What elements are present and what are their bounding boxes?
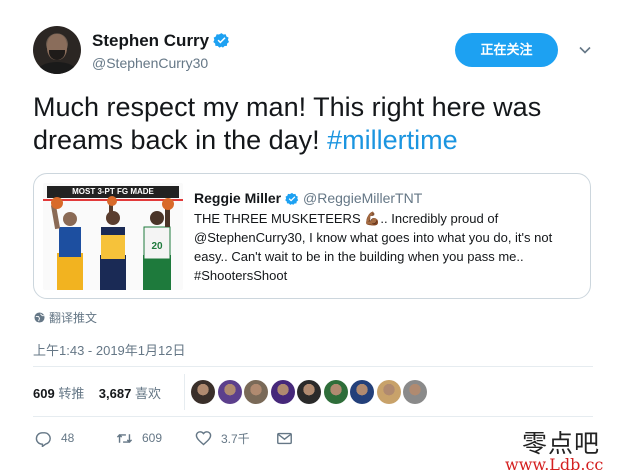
quoted-author-handle[interactable]: @ReggieMillerTNT xyxy=(303,190,422,206)
retweet-label[interactable]: 转推 xyxy=(58,386,84,401)
liker-avatar[interactable] xyxy=(350,380,374,404)
heart-icon xyxy=(195,430,212,445)
hashtag-link[interactable]: #millertime xyxy=(327,125,458,155)
retweet-icon xyxy=(116,433,133,443)
quoted-author-row[interactable]: Reggie Miller @ReggieMillerTNT xyxy=(194,190,422,206)
author-name[interactable]: Stephen Curry xyxy=(92,31,209,50)
like-button[interactable]: 3.7千 xyxy=(195,427,250,449)
quoted-tweet-card[interactable]: MOST 3-PT FG MADE 20 Reggie Miller @Regg… xyxy=(33,173,591,299)
retweet-count: 609 xyxy=(142,431,163,445)
globe-icon xyxy=(34,312,45,323)
tweet-timestamp[interactable]: 上午1:43 - 2019年1月12日 xyxy=(33,340,185,359)
watermark-url: www.Ldb.cc xyxy=(505,455,604,474)
reply-count: 48 xyxy=(61,431,75,445)
retweet-button[interactable]: 609 xyxy=(116,427,162,449)
quoted-tweet-image[interactable]: MOST 3-PT FG MADE 20 xyxy=(43,183,183,290)
translate-tweet-link[interactable]: 翻译推文 xyxy=(34,309,97,326)
author-avatar[interactable] xyxy=(33,26,81,74)
svg-text:20: 20 xyxy=(151,241,163,252)
engagement-stats: 609 转推 3,687 喜欢 xyxy=(33,383,161,402)
like-label[interactable]: 喜欢 xyxy=(135,386,161,401)
author-name-row[interactable]: Stephen Curry xyxy=(92,31,230,51)
verified-badge-icon xyxy=(213,33,230,48)
players-illustration: 20 xyxy=(50,196,174,290)
reply-icon xyxy=(35,431,51,447)
retweet-total[interactable]: 609 xyxy=(33,386,55,401)
following-button[interactable]: 正在关注 xyxy=(455,33,558,67)
liker-avatar[interactable] xyxy=(217,380,242,404)
quoted-tweet-text: THE THREE MUSKETEERS 💪🏾.. Incredibly pro… xyxy=(194,211,553,283)
liker-avatar[interactable] xyxy=(323,380,348,404)
envelope-icon xyxy=(277,432,292,444)
liker-avatar[interactable] xyxy=(376,380,401,404)
translate-label[interactable]: 翻译推文 xyxy=(49,311,97,325)
quoted-author-name[interactable]: Reggie Miller xyxy=(194,190,281,206)
reply-button[interactable]: 48 xyxy=(35,427,74,449)
liker-avatar[interactable] xyxy=(270,380,295,404)
like-total[interactable]: 3,687 xyxy=(99,386,132,401)
direct-message-button[interactable] xyxy=(276,427,302,449)
divider xyxy=(33,416,593,417)
tweet-body: Much respect my man! This right here was… xyxy=(33,92,542,155)
chevron-down-icon[interactable] xyxy=(578,43,592,57)
liker-avatar[interactable] xyxy=(244,380,268,404)
author-handle[interactable]: @StephenCurry30 xyxy=(92,55,208,71)
stats-separator xyxy=(184,374,185,410)
divider xyxy=(33,366,593,367)
verified-badge-icon xyxy=(285,192,299,205)
like-count: 3.7千 xyxy=(221,431,250,446)
tweet-text: Much respect my man! This right here was… xyxy=(33,91,603,157)
liker-avatar[interactable] xyxy=(297,380,321,404)
liker-avatar[interactable] xyxy=(191,380,215,404)
liker-avatar[interactable] xyxy=(403,380,427,404)
